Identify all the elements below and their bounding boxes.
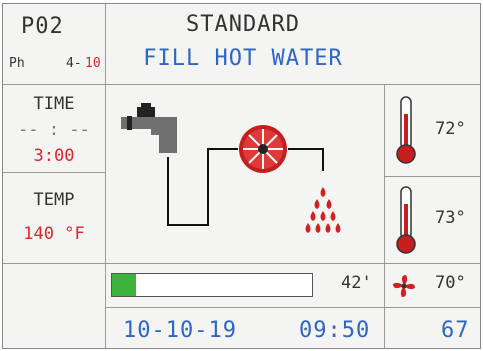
progress-value: 42' [341, 273, 372, 293]
divider [105, 307, 480, 308]
pump-wheel-icon [239, 125, 287, 173]
time-current: -- : -- [18, 120, 90, 140]
control-panel-screen: P02 Ph 4- 10 STANDARD FILL HOT WATER TIM… [2, 3, 481, 349]
temp-value: 140 °F [23, 224, 85, 244]
time-duration: 3:00 [33, 146, 75, 166]
thermometer-icon [396, 186, 416, 254]
temp-label: TEMP [33, 190, 75, 210]
temp-sensor-1: 72° [435, 119, 466, 139]
process-diagram [121, 103, 341, 233]
date-display: 10-10-19 [123, 318, 237, 343]
time-label: TIME [33, 94, 75, 114]
divider [384, 176, 480, 177]
mode-title: STANDARD [186, 12, 300, 37]
phase-current: 4- [66, 56, 82, 71]
progress-bar [111, 273, 313, 297]
progress-fill [112, 274, 136, 296]
fan-temp: 70° [435, 273, 466, 293]
time-display: 09:50 [299, 318, 371, 343]
divider [3, 172, 105, 173]
thermometer-icon [396, 96, 416, 164]
phase-total: 10 [85, 56, 101, 71]
program-code: P02 [21, 14, 64, 39]
divider [3, 84, 480, 85]
water-tap-icon [121, 103, 177, 153]
divider [3, 263, 480, 264]
phase-label: Ph [9, 56, 25, 71]
temp-sensor-2: 73° [435, 208, 466, 228]
counter-display: 67 [441, 318, 470, 343]
step-title: FILL HOT WATER [143, 46, 343, 71]
water-drops-icon [305, 187, 341, 233]
divider [384, 84, 385, 348]
fan-icon [393, 275, 415, 297]
